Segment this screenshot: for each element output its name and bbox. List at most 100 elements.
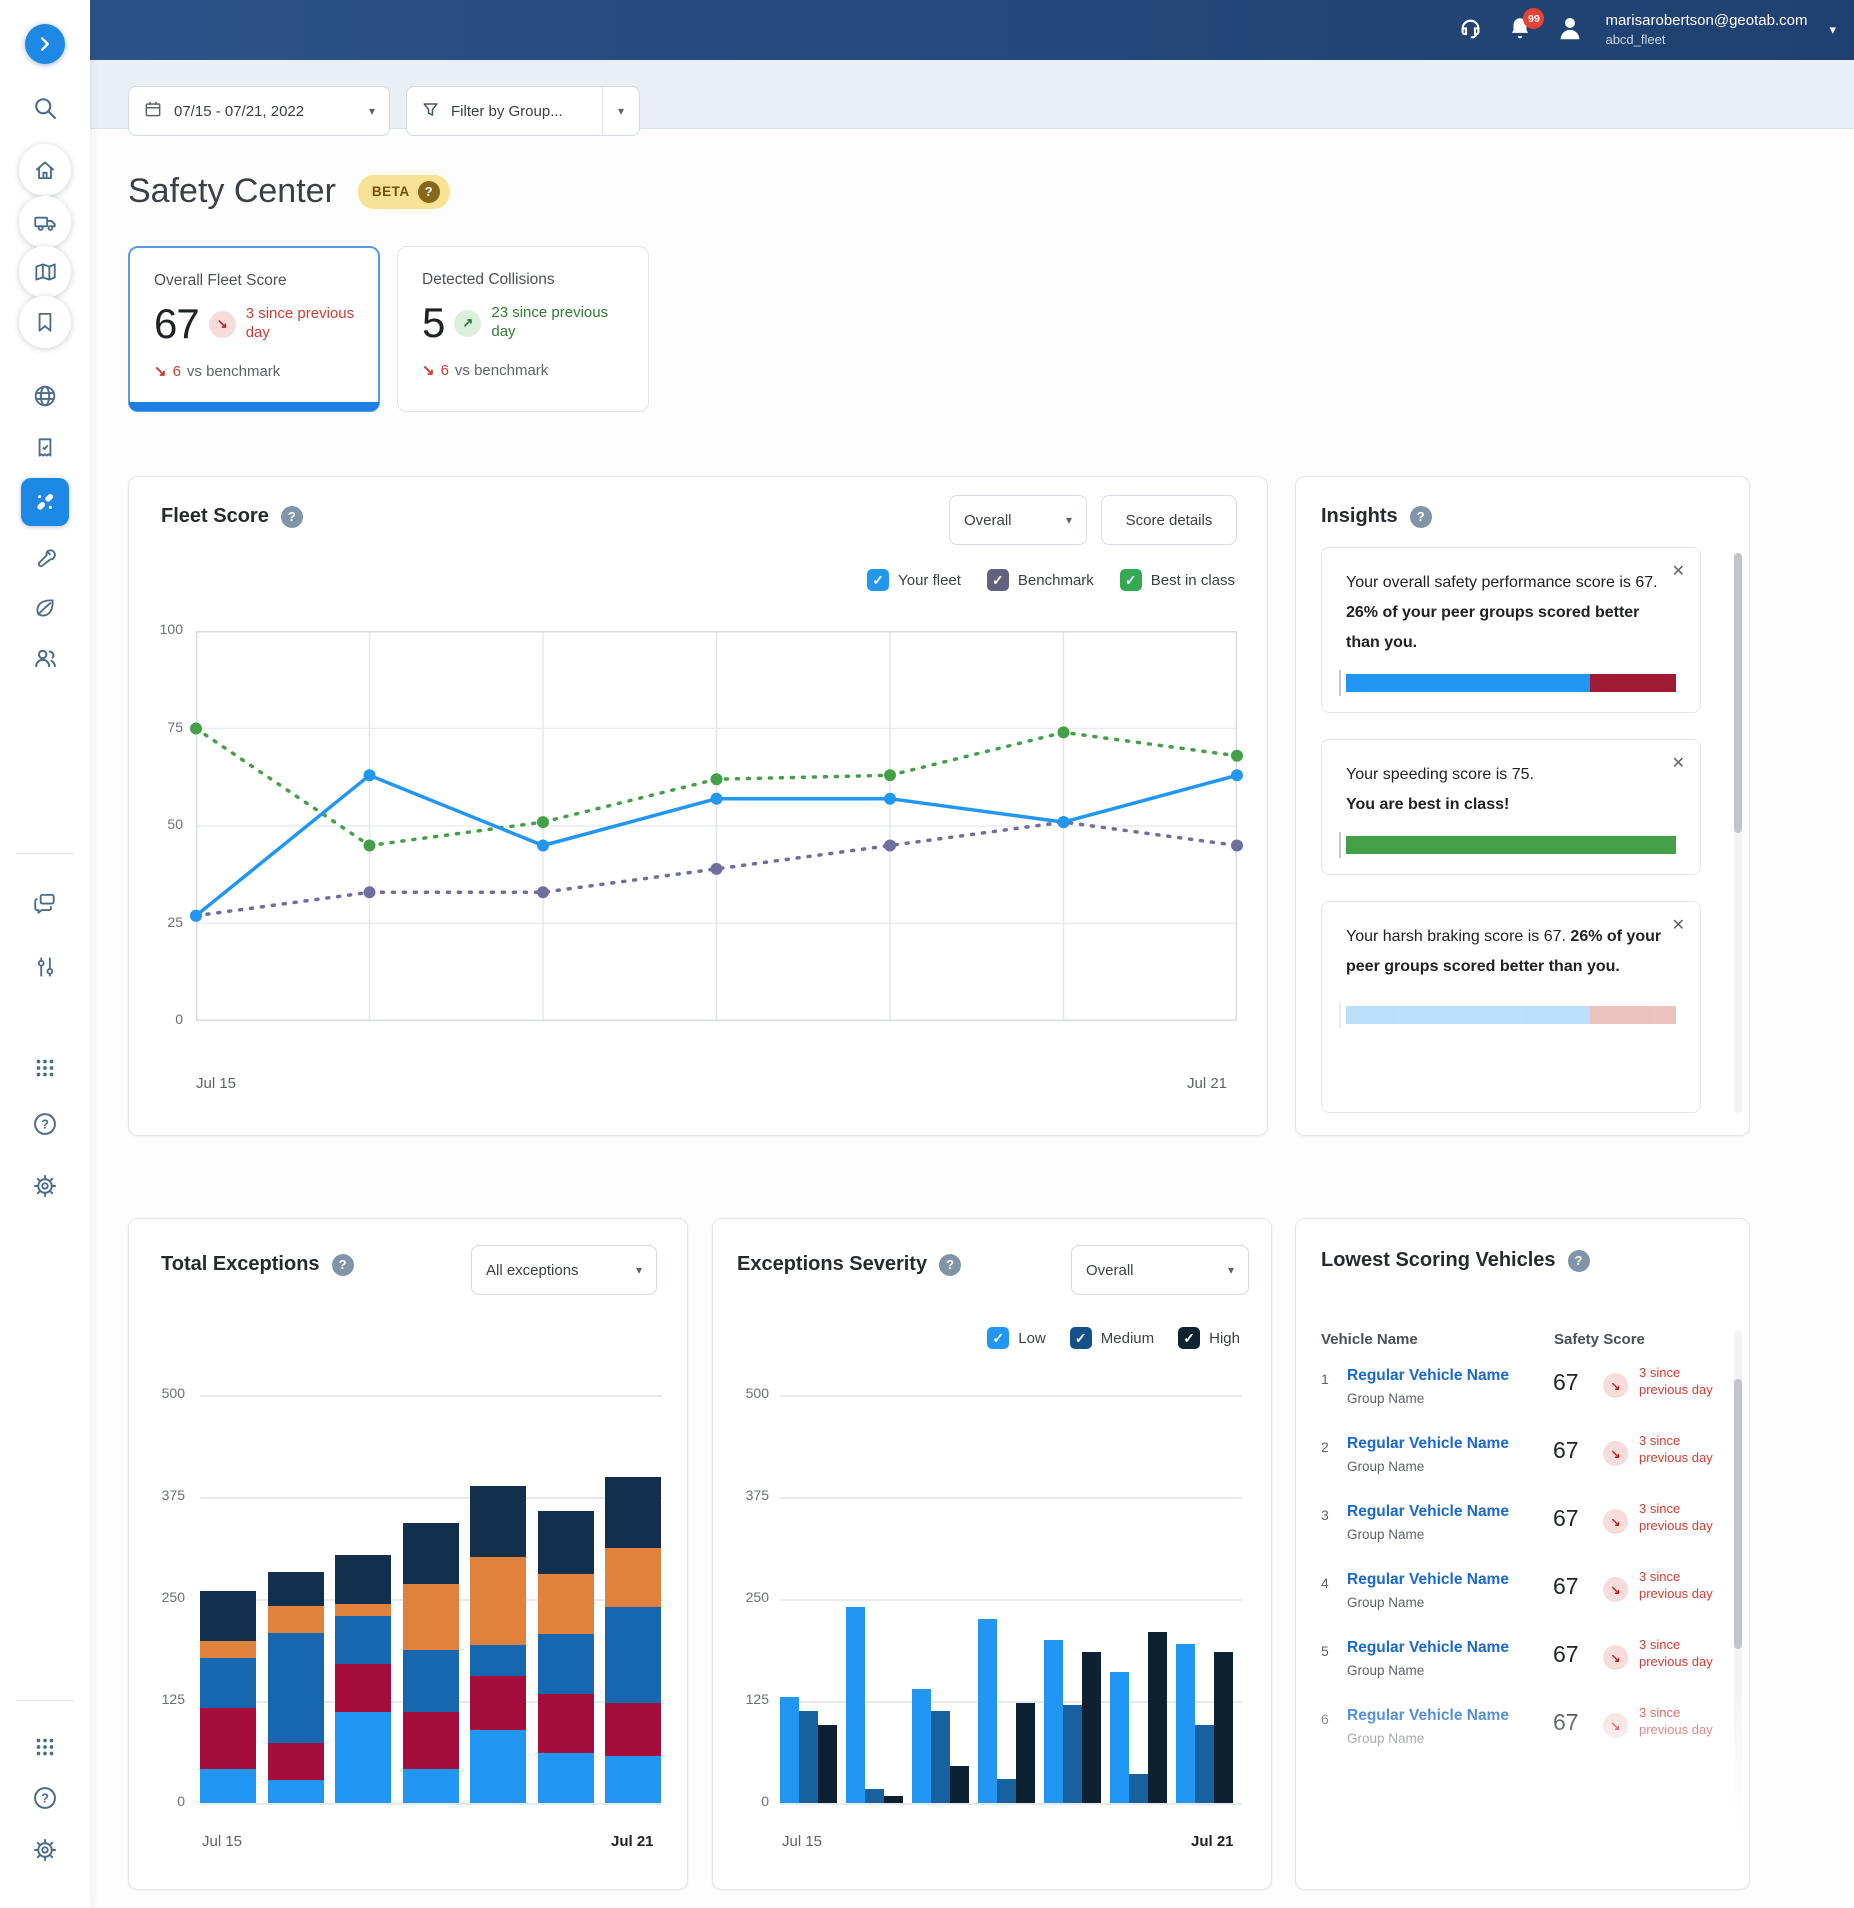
vehicle-rank: 1 <box>1321 1371 1329 1387</box>
trend-up-icon: ↗ <box>454 310 481 337</box>
vehicle-name-link[interactable]: Regular Vehicle Name <box>1347 1367 1509 1385</box>
trend-down-icon: ↘ <box>1603 1441 1628 1466</box>
legend-item-best-in-class[interactable]: ✓ Best in class <box>1120 569 1235 591</box>
group-filter[interactable]: Filter by Group... ▾ <box>406 86 640 136</box>
expand-menu-button[interactable] <box>25 24 65 64</box>
trend-down-icon: ↘ <box>209 311 236 338</box>
account-info[interactable]: marisarobertson@geotab.com abcd_fleet <box>1605 10 1807 51</box>
trend-down-icon: ↘ <box>1603 1509 1628 1534</box>
sidebar-item-apps-bottom[interactable] <box>32 1734 58 1760</box>
sidebar-item-sustainability[interactable] <box>32 595 58 621</box>
y-axis: 5003752501250 <box>129 1219 185 1889</box>
trend-down-icon: ↘ <box>1603 1645 1628 1670</box>
legend-item-low[interactable]: ✓ Low <box>987 1327 1046 1349</box>
score-details-button[interactable]: Score details <box>1101 495 1237 545</box>
table-row: 3 Regular Vehicle Name Group Name 67 ↘ 3… <box>1321 1501 1726 1561</box>
panel-title: Insights <box>1321 505 1398 528</box>
vehicle-name-link[interactable]: Regular Vehicle Name <box>1347 1639 1509 1657</box>
calendar-icon <box>143 99 163 123</box>
clipboard-check-icon <box>32 435 58 461</box>
support-button[interactable] <box>1455 15 1485 45</box>
chevron-down-icon: ▾ <box>1228 1263 1234 1277</box>
score-bar-segment <box>1346 674 1590 692</box>
gridline <box>200 1803 662 1805</box>
scrollbar-thumb[interactable] <box>1734 553 1742 833</box>
checkbox-checked-icon: ✓ <box>1070 1327 1092 1349</box>
close-icon[interactable]: ✕ <box>1672 915 1685 935</box>
x-axis-label-start: Jul 15 <box>782 1833 822 1850</box>
sidebar-item-settings[interactable] <box>32 1173 59 1200</box>
exceptions-severity-panel: Exceptions Severity ? Overall ▾ ✓ Low ✓ … <box>712 1218 1272 1890</box>
vehicle-name-link[interactable]: Regular Vehicle Name <box>1347 1503 1509 1521</box>
group-filter-caret-button[interactable]: ▾ <box>602 87 639 135</box>
dropdown-value: Overall <box>1086 1262 1134 1279</box>
sidebar-item-bookmarks[interactable] <box>19 296 71 348</box>
sidebar-item-help-bottom[interactable]: ? <box>31 1784 59 1812</box>
stacked-bar-segment <box>335 1616 391 1664</box>
checkbox-checked-icon: ✓ <box>1178 1327 1200 1349</box>
scrollbar-thumb[interactable] <box>1734 1379 1742 1649</box>
grouped-bar <box>1016 1703 1035 1803</box>
exceptions-type-dropdown[interactable]: All exceptions ▾ <box>471 1245 657 1295</box>
help-icon[interactable]: ? <box>1568 1250 1590 1272</box>
detected-collisions-card[interactable]: Detected Collisions 5 ↗ 23 since previou… <box>397 246 649 412</box>
fleet-score-metric-dropdown[interactable]: Overall ▾ <box>949 495 1087 545</box>
score-card-value: 67 <box>154 300 199 348</box>
vehicle-name-link[interactable]: Regular Vehicle Name <box>1347 1435 1509 1453</box>
grouped-bar <box>1176 1644 1195 1803</box>
close-icon[interactable]: ✕ <box>1672 561 1685 581</box>
vehicle-safety-score: 67 <box>1553 1709 1579 1736</box>
notifications-button[interactable]: 99 <box>1505 15 1535 45</box>
vehicle-name-link[interactable]: Regular Vehicle Name <box>1347 1571 1509 1589</box>
sidebar-item-users[interactable] <box>31 644 59 672</box>
account-button[interactable] <box>1555 15 1585 45</box>
sidebar-item-help[interactable]: ? <box>31 1110 59 1138</box>
legend-item-high[interactable]: ✓ High <box>1178 1327 1240 1349</box>
sidebar-item-safety-center[interactable] <box>21 478 69 526</box>
legend-label: Low <box>1018 1330 1046 1347</box>
help-icon[interactable]: ? <box>332 1254 354 1276</box>
y-axis-tick: 25 <box>129 914 183 930</box>
close-icon[interactable]: ✕ <box>1672 753 1685 773</box>
total-exceptions-panel: Total Exceptions ? All exceptions ▾ 5003… <box>128 1218 688 1890</box>
sidebar-item-home[interactable] <box>19 144 71 196</box>
legend-item-medium[interactable]: ✓ Medium <box>1070 1327 1154 1349</box>
vehicle-name-link[interactable]: Regular Vehicle Name <box>1347 1707 1509 1725</box>
severity-scope-dropdown[interactable]: Overall ▾ <box>1071 1245 1249 1295</box>
overall-fleet-score-card[interactable]: Overall Fleet Score 67 ↘ 3 since previou… <box>128 246 380 412</box>
vehicle-safety-score: 67 <box>1553 1505 1579 1532</box>
fleet-score-legend: ✓ Your fleet ✓ Benchmark ✓ Best in class <box>867 569 1235 591</box>
chevron-down-icon: ▾ <box>369 104 375 118</box>
y-axis-tick: 125 <box>131 1691 185 1707</box>
sidebar-item-settings-bottom[interactable] <box>32 1837 59 1864</box>
vehicle-rank: 2 <box>1321 1439 1329 1455</box>
sidebar-item-apps[interactable] <box>32 1055 58 1081</box>
sidebar-item-zones[interactable] <box>31 382 59 410</box>
sidebar-item-vehicles[interactable] <box>19 196 71 248</box>
date-range-picker[interactable]: 07/15 - 07/21, 2022 ▾ <box>128 86 390 136</box>
stacked-bar-segment <box>470 1645 526 1676</box>
legend-item-your-fleet[interactable]: ✓ Your fleet <box>867 569 961 591</box>
legend-item-benchmark[interactable]: ✓ Benchmark <box>987 569 1094 591</box>
sidebar-item-search[interactable] <box>31 94 59 122</box>
help-icon[interactable]: ? <box>281 506 303 528</box>
beta-help-icon[interactable]: ? <box>418 181 440 203</box>
stacked-bar-segment <box>470 1730 526 1803</box>
stacked-bar-segment <box>403 1769 459 1803</box>
score-card-label: Detected Collisions <box>422 271 628 289</box>
grouped-bar <box>931 1711 950 1803</box>
fleet-score-line-chart <box>196 631 1237 1021</box>
sidebar-item-controls[interactable] <box>32 954 58 980</box>
account-menu-caret[interactable]: ▾ <box>1829 22 1836 38</box>
stacked-bar-segment <box>470 1676 526 1730</box>
sidebar-item-maintenance[interactable] <box>32 544 58 570</box>
sidebar-item-map[interactable] <box>19 246 71 298</box>
y-axis-tick: 250 <box>131 1589 185 1605</box>
help-icon: ? <box>31 1784 59 1812</box>
help-icon[interactable]: ? <box>939 1254 961 1276</box>
sidebar-item-messages[interactable] <box>32 890 58 916</box>
sidebar-item-rules[interactable] <box>32 435 58 461</box>
help-icon[interactable]: ? <box>1410 506 1432 528</box>
table-row: 6 Regular Vehicle Name Group Name 67 ↘ 3… <box>1321 1705 1726 1765</box>
grouped-bar <box>1044 1640 1063 1803</box>
